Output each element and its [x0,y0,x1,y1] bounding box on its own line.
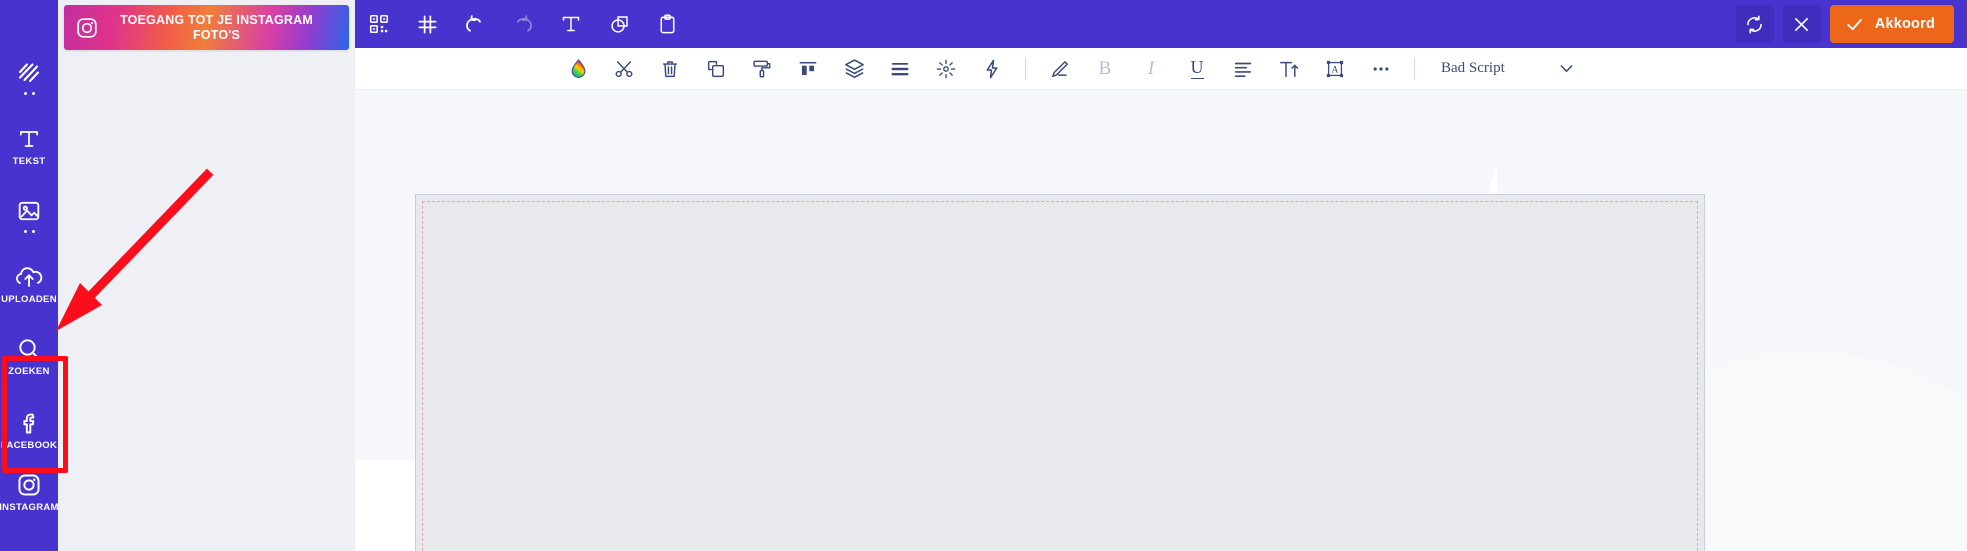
sidebar-item-tekst[interactable]: TEKST [0,116,58,174]
instagram-icon [15,471,43,499]
akkoord-button-label: Akkoord [1874,16,1935,32]
pen-edit-icon[interactable] [1036,48,1082,90]
artboard-guide-border [422,201,1698,551]
instagram-cta-label: TOEGANG TOT JE INSTAGRAM FOTO'S [119,12,313,42]
grid-icon[interactable] [403,0,451,48]
chevron-down-icon[interactable] [1557,59,1576,78]
toolbar-separator-2 [1414,57,1415,80]
redo-icon[interactable] [499,0,547,48]
pattern-stripes-icon [15,59,43,87]
underline-icon[interactable]: U [1174,48,1220,90]
sidebar-item-uploaden[interactable]: UPLOADEN [0,254,58,312]
sidebar-item-instagram[interactable]: INSTAGRAM [0,462,58,520]
facebook-icon [15,409,43,437]
search-icon [15,335,43,363]
shape-icon[interactable] [595,0,643,48]
text-icon [15,125,43,153]
layers-icon[interactable] [831,48,877,90]
asset-panel: TOEGANG TOT JE INSTAGRAM FOTO'S [58,0,355,551]
refresh-icon[interactable] [1735,5,1774,43]
paint-roller-icon[interactable] [739,48,785,90]
more-icon[interactable] [1358,48,1404,90]
text-box-icon[interactable]: A [1312,48,1358,90]
left-sidebar: TEKST UPLOADEN ZOEKEN FACEBOOK INSTAGRAM [0,0,58,551]
upload-cloud-icon [15,263,43,291]
instagram-access-cta-button[interactable]: TOEGANG TOT JE INSTAGRAM FOTO'S [64,5,349,50]
akkoord-button[interactable]: Akkoord [1829,5,1954,43]
clipboard-icon[interactable] [643,0,691,48]
text-icon[interactable] [547,0,595,48]
align-top-icon[interactable] [785,48,831,90]
close-icon[interactable] [1782,5,1821,43]
lightning-icon[interactable] [969,48,1015,90]
check-icon [1845,15,1864,34]
bold-icon[interactable]: B [1082,48,1128,90]
top-toolbar: Akkoord [355,0,1967,48]
toolbar-separator-1 [1025,57,1026,80]
sidebar-item-label: UPLOADEN [1,294,57,305]
sidebar-item-afbeelding[interactable] [0,188,58,240]
sidebar-item-label: FACEBOOK [0,440,58,451]
instagram-icon [74,15,100,41]
sidebar-item-zoeken[interactable]: ZOEKEN [0,326,58,384]
scissors-icon[interactable] [601,48,647,90]
sidebar-item-dots [23,230,35,233]
copy-icon[interactable] [693,48,739,90]
brightness-icon[interactable] [923,48,969,90]
design-editor-window: Akkoord B I U A Bad Script TOEGANG TOT J… [0,0,1967,551]
sidebar-item-dots [23,92,35,95]
italic-icon[interactable]: I [1128,48,1174,90]
sidebar-item-label: INSTAGRAM [0,502,59,513]
canvas-workspace[interactable] [355,90,1967,551]
color-droplet-icon[interactable] [555,48,601,90]
trash-icon[interactable] [647,48,693,90]
sidebar-item-facebook[interactable]: FACEBOOK [0,400,58,458]
image-icon [15,197,43,225]
font-family-select[interactable]: Bad Script [1441,59,1576,78]
align-left-icon[interactable] [1220,48,1266,90]
list-lines-icon[interactable] [877,48,923,90]
format-toolbar: B I U A Bad Script [355,48,1967,90]
text-size-icon[interactable] [1266,48,1312,90]
sidebar-item-label: ZOEKEN [8,366,50,377]
font-family-value: Bad Script [1441,60,1505,76]
undo-icon[interactable] [451,0,499,48]
artboard[interactable] [415,194,1705,551]
sidebar-item-label: TEKST [12,156,46,167]
qr-code-icon[interactable] [355,0,403,48]
sidebar-item-achtergrond[interactable] [0,50,58,102]
svg-text:A: A [1332,64,1339,75]
